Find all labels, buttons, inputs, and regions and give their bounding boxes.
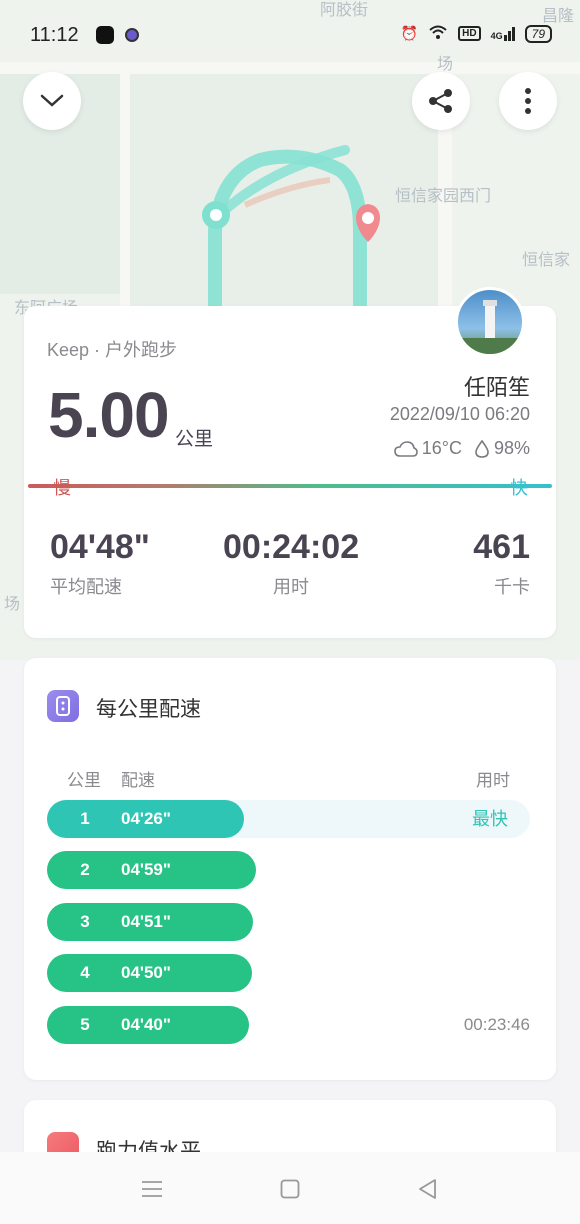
- menu-button[interactable]: [137, 1174, 167, 1204]
- home-button[interactable]: [275, 1174, 305, 1204]
- app-notification-icon: [125, 28, 139, 42]
- system-nav-bar: [0, 1152, 580, 1224]
- battery-icon: 79: [524, 24, 552, 43]
- menu-icon: [142, 1181, 162, 1197]
- humidity-icon: [475, 439, 489, 458]
- cloud-icon: [393, 440, 418, 457]
- split-row: 1 04'26" 最快: [47, 800, 530, 838]
- split-time: 00:23:46: [463, 1015, 530, 1034]
- split-pace: 04'50": [121, 963, 171, 982]
- split-row: 2 04'59": [47, 851, 530, 889]
- wifi-icon: [428, 24, 448, 43]
- status-bar: 11:12 ⏰ HD 4G 79: [0, 0, 580, 72]
- split-pace: 04'51": [121, 912, 171, 931]
- split-row: 3 04'51": [47, 903, 530, 941]
- header-pace: 配速: [121, 771, 155, 790]
- run-summary-card: Keep · 户外跑步 5.00 公里 任陌笙 2022/09/10 06:20…: [24, 306, 556, 638]
- splits-icon: [47, 690, 79, 722]
- more-button[interactable]: [499, 72, 557, 130]
- header-time: 用时: [476, 771, 510, 790]
- split-pace: 04'59": [121, 860, 171, 879]
- splits-title: 每公里配速: [96, 698, 201, 721]
- lighthouse-photo: [458, 300, 522, 354]
- calories-stat: 461 千卡: [473, 528, 530, 599]
- split-pace: 04'40": [121, 1015, 171, 1034]
- split-row: 5 04'40" 00:23:46: [47, 1006, 530, 1044]
- app-notification-icon: [96, 26, 114, 44]
- alarm-icon: ⏰: [400, 25, 419, 41]
- hd-icon: HD: [458, 26, 481, 41]
- temperature: 16°C: [421, 438, 462, 458]
- more-vertical-icon: [525, 88, 531, 114]
- run-datetime: 2022/09/10 06:20: [389, 404, 530, 424]
- chevron-down-icon: [40, 94, 64, 107]
- slow-label: 慢: [53, 478, 71, 498]
- header-km: 公里: [67, 771, 101, 790]
- split-row: 4 04'50": [47, 954, 530, 992]
- stat-value: 00:24:02: [223, 528, 360, 566]
- signal-icon: 4G: [491, 26, 515, 41]
- splits-card: 每公里配速 公里 配速 用时 1 04'26" 最快 2 04'59" 3 04'51" 4 0…: [24, 658, 556, 1080]
- status-time: 11:12: [30, 24, 79, 46]
- fastest-badge: 最快: [472, 809, 508, 829]
- distance-unit: 公里: [175, 429, 214, 450]
- stat-value: 461: [473, 528, 530, 566]
- back-triangle-icon: [419, 1179, 436, 1199]
- activity-source: Keep · 户外跑步: [47, 340, 178, 360]
- split-km: 2: [80, 860, 90, 879]
- split-km: 5: [80, 1015, 90, 1034]
- username: 任陌笙: [463, 375, 530, 400]
- square-icon: [280, 1179, 300, 1199]
- share-icon: [429, 89, 452, 113]
- distance-value: 5.00: [48, 379, 170, 451]
- humidity: 98%: [493, 438, 530, 458]
- collapse-button[interactable]: [23, 72, 81, 130]
- avg-pace-stat: 04'48" 平均配速: [50, 528, 150, 599]
- split-pace: 04'26": [121, 809, 171, 828]
- stat-label: 用时: [273, 577, 310, 597]
- stat-value: 04'48": [50, 528, 150, 566]
- duration-stat: 00:24:02 用时: [223, 528, 359, 599]
- stat-label: 千卡: [494, 577, 530, 597]
- stat-label: 平均配速: [50, 577, 122, 597]
- split-km: 3: [80, 912, 90, 931]
- avatar[interactable]: [455, 287, 525, 357]
- split-km: 4: [80, 963, 90, 982]
- fast-label: 快: [510, 478, 528, 498]
- back-button[interactable]: [412, 1174, 442, 1204]
- weather-info: 16°C 98%: [393, 438, 530, 459]
- share-button[interactable]: [412, 72, 470, 130]
- pace-gradient-bar: [28, 484, 552, 488]
- split-km: 1: [80, 809, 90, 828]
